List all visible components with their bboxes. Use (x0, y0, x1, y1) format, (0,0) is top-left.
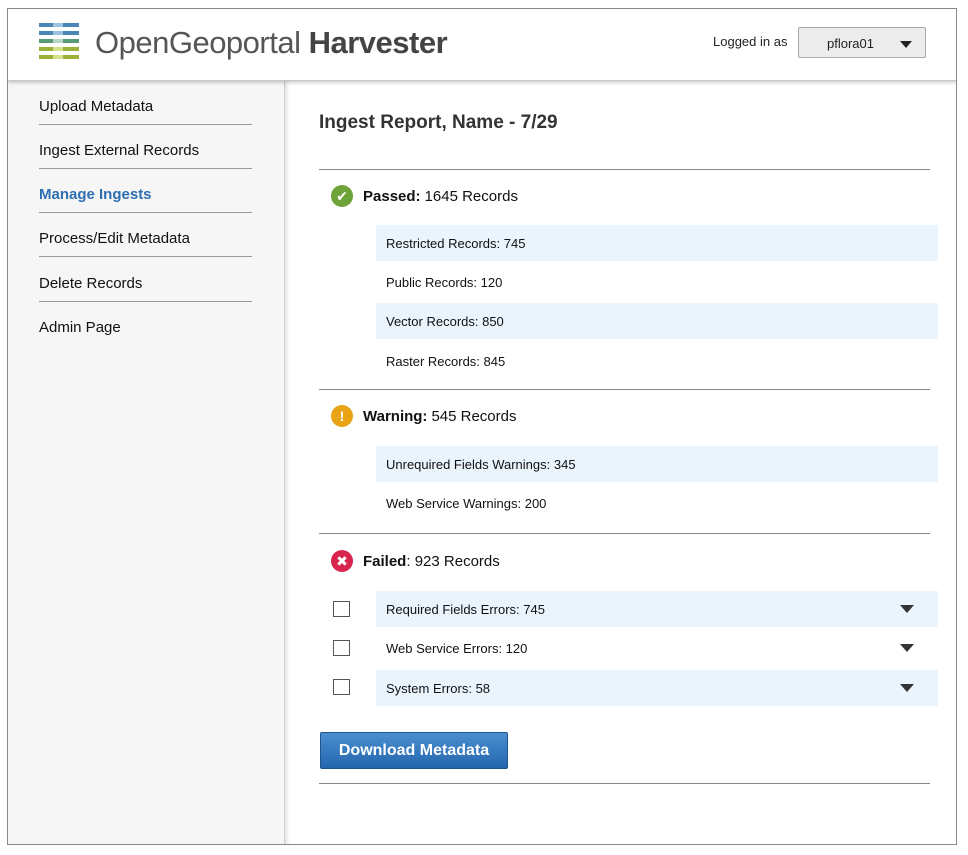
page-title: Ingest Report, Name - 7/29 (319, 112, 558, 133)
row-label: Required Fields Errors: 745 (386, 601, 545, 617)
sidebar-item-ingest-external-records[interactable]: Ingest External Records (39, 125, 252, 169)
failed-row-system-errors[interactable]: System Errors: 58 (376, 670, 938, 706)
failed-row-web-service[interactable]: Web Service Errors: 120 (376, 630, 938, 666)
header: OpenGeoportal Harvester Logged in as pfl… (8, 9, 956, 81)
chevron-down-icon[interactable] (900, 605, 914, 613)
exclamation-icon: ! (331, 405, 353, 427)
chevron-down-icon[interactable] (900, 644, 914, 652)
main-content: Ingest Report, Name - 7/29 ✔ Passed: 164… (286, 81, 956, 844)
divider (319, 389, 930, 390)
x-icon: ✖ (331, 550, 353, 572)
list-item: Raster Records: 845 (386, 353, 506, 369)
username: pflora01 (827, 36, 874, 51)
passed-section-header: ✔ Passed: 1645 Records (331, 184, 518, 208)
failed-count: : 923 Records (406, 552, 500, 570)
failed-label: Failed (363, 552, 407, 570)
row-label: System Errors: 58 (386, 680, 491, 696)
failed-row-required-fields[interactable]: Required Fields Errors: 745 (376, 591, 938, 627)
divider (319, 533, 930, 534)
list-item: Public Records: 120 (386, 274, 503, 290)
list-item: Web Service Warnings: 200 (386, 495, 547, 511)
divider (319, 783, 930, 784)
brand-light: OpenGeoportal (95, 25, 301, 60)
sidebar-item-delete-records[interactable]: Delete Records (39, 258, 252, 302)
list-item: Unrequired Fields Warnings: 345 (376, 446, 938, 482)
app-window: OpenGeoportal Harvester Logged in as pfl… (7, 8, 957, 845)
passed-label: Passed: (363, 187, 421, 205)
web-service-checkbox[interactable] (333, 640, 350, 656)
warning-count: 545 Records (431, 407, 517, 425)
chevron-down-icon (900, 41, 912, 48)
warning-label: Warning: (363, 407, 428, 425)
download-metadata-button[interactable]: Download Metadata (320, 732, 508, 769)
app-title: OpenGeoportal Harvester (95, 25, 448, 61)
warning-section-header: ! Warning: 545 Records (331, 404, 517, 428)
failed-section-header: ✖ Failed : 923 Records (331, 549, 500, 573)
brand-bold: Harvester (308, 25, 448, 60)
check-icon: ✔ (331, 185, 353, 207)
user-dropdown[interactable]: pflora01 (798, 27, 926, 58)
passed-count: 1645 Records (424, 187, 518, 205)
logo-icon (39, 23, 79, 59)
sidebar-item-process-edit-metadata[interactable]: Process/Edit Metadata (39, 213, 252, 257)
sidebar: Upload Metadata Ingest External Records … (8, 81, 285, 844)
chevron-down-icon[interactable] (900, 684, 914, 692)
logged-in-label: Logged in as (713, 34, 788, 49)
divider (319, 169, 930, 170)
sidebar-item-upload-metadata[interactable]: Upload Metadata (39, 81, 252, 125)
system-errors-checkbox[interactable] (333, 679, 350, 695)
list-item: Restricted Records: 745 (376, 225, 938, 261)
list-item: Vector Records: 850 (376, 303, 938, 339)
sidebar-item-manage-ingests[interactable]: Manage Ingests (39, 169, 252, 213)
sidebar-item-admin-page[interactable]: Admin Page (39, 302, 252, 346)
required-fields-checkbox[interactable] (333, 601, 350, 617)
row-label: Web Service Errors: 120 (386, 640, 528, 656)
